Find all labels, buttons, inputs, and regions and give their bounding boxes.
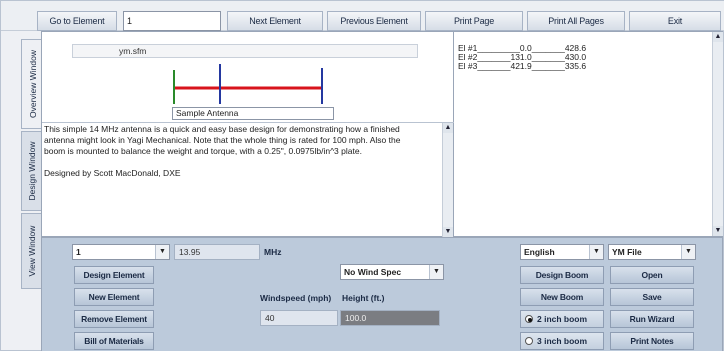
tab-overview-window[interactable]: Overview Window xyxy=(21,39,43,129)
antenna-name-field[interactable]: Sample Antenna xyxy=(172,107,334,120)
description-line: boom is mounted to balance the weight an… xyxy=(44,146,362,156)
boom-3-inch-radio[interactable]: 3 inch boom xyxy=(520,332,604,350)
description-line: antenna might look in Yagi Mechanical. N… xyxy=(44,135,401,145)
frequency-field[interactable]: 13.95 xyxy=(174,244,260,260)
exit-button[interactable]: Exit xyxy=(629,11,721,31)
bill-of-materials-button[interactable]: Bill of Materials xyxy=(74,332,154,350)
list-item: El #3_______421.9_______335.6 xyxy=(458,61,587,71)
designer-line: Designed by Scott MacDonald, DXE xyxy=(44,168,181,178)
print-page-button[interactable]: Print Page xyxy=(425,11,523,31)
new-boom-button[interactable]: New Boom xyxy=(520,288,604,306)
wind-spec-select[interactable]: No Wind Spec ▼ xyxy=(340,264,444,280)
chevron-down-icon: ▼ xyxy=(681,245,695,259)
chevron-down-icon: ▼ xyxy=(589,245,603,259)
units-select[interactable]: English ▼ xyxy=(520,244,604,260)
tab-design-window[interactable]: Design Window xyxy=(21,131,43,211)
description-scrollbar[interactable]: ▲ ▼ xyxy=(442,123,453,237)
design-boom-button[interactable]: Design Boom xyxy=(520,266,604,284)
top-toolbar: Go to Element 1 Next Element Previous El… xyxy=(1,1,724,31)
scroll-down-icon[interactable]: ▼ xyxy=(443,227,453,237)
frequency-unit-label: MHz xyxy=(264,247,282,257)
height-label: Height (ft.) xyxy=(342,293,385,303)
previous-element-button[interactable]: Previous Element xyxy=(327,11,421,31)
print-notes-button[interactable]: Print Notes xyxy=(610,332,694,350)
description-line: This simple 14 MHz antenna is a quick an… xyxy=(44,124,400,134)
boom-2-inch-radio[interactable]: 2 inch boom xyxy=(520,310,604,328)
file-type-select[interactable]: YM File ▼ xyxy=(608,244,696,260)
print-all-pages-button[interactable]: Print All Pages xyxy=(527,11,625,31)
radio-unselected-icon xyxy=(525,337,533,345)
chevron-down-icon: ▼ xyxy=(155,245,169,259)
description-text: This simple 14 MHz antenna is a quick an… xyxy=(44,124,440,190)
elements-list: El #1_________0.0_______428.6 El #2_____… xyxy=(458,44,586,71)
windspeed-label: Windspeed (mph) xyxy=(260,293,332,303)
open-button[interactable]: Open xyxy=(610,266,694,284)
control-panel: 1 ▼ 13.95 MHz English ▼ YM File ▼ Design… xyxy=(41,237,723,351)
remove-element-button[interactable]: Remove Element xyxy=(74,310,154,328)
windspeed-field[interactable]: 40 xyxy=(260,310,338,326)
antenna-overview-pane: ym.sfm Sample Antenna This simple 14 MHz… xyxy=(42,32,454,238)
app-window: Go to Element 1 Next Element Previous El… xyxy=(0,0,724,351)
file-name-label: ym.sfm xyxy=(72,44,418,58)
tab-view-window[interactable]: View Window xyxy=(21,213,43,289)
element-select[interactable]: 1 ▼ xyxy=(72,244,170,260)
description-area[interactable]: This simple 14 MHz antenna is a quick an… xyxy=(42,122,454,238)
design-element-button[interactable]: Design Element xyxy=(74,266,154,284)
radio-selected-icon xyxy=(525,315,533,323)
go-to-element-button[interactable]: Go to Element xyxy=(37,11,117,31)
element-positions-pane: El #1_________0.0_______428.6 El #2_____… xyxy=(456,32,724,238)
window-tabs: Overview Window Design Window View Windo… xyxy=(3,31,43,291)
run-wizard-button[interactable]: Run Wizard xyxy=(610,310,694,328)
scroll-up-icon[interactable]: ▲ xyxy=(713,32,723,42)
elements-scrollbar[interactable]: ▲ ▼ xyxy=(712,32,723,236)
height-field[interactable]: 100.0 xyxy=(340,310,440,326)
scroll-down-icon[interactable]: ▼ xyxy=(713,226,723,236)
save-button[interactable]: Save xyxy=(610,288,694,306)
new-element-button[interactable]: New Element xyxy=(74,288,154,306)
chevron-down-icon: ▼ xyxy=(429,265,443,279)
next-element-button[interactable]: Next Element xyxy=(227,11,323,31)
scroll-up-icon[interactable]: ▲ xyxy=(443,123,453,133)
overview-panel: ym.sfm Sample Antenna This simple 14 MHz… xyxy=(41,31,724,238)
element-number-input[interactable]: 1 xyxy=(123,11,221,31)
